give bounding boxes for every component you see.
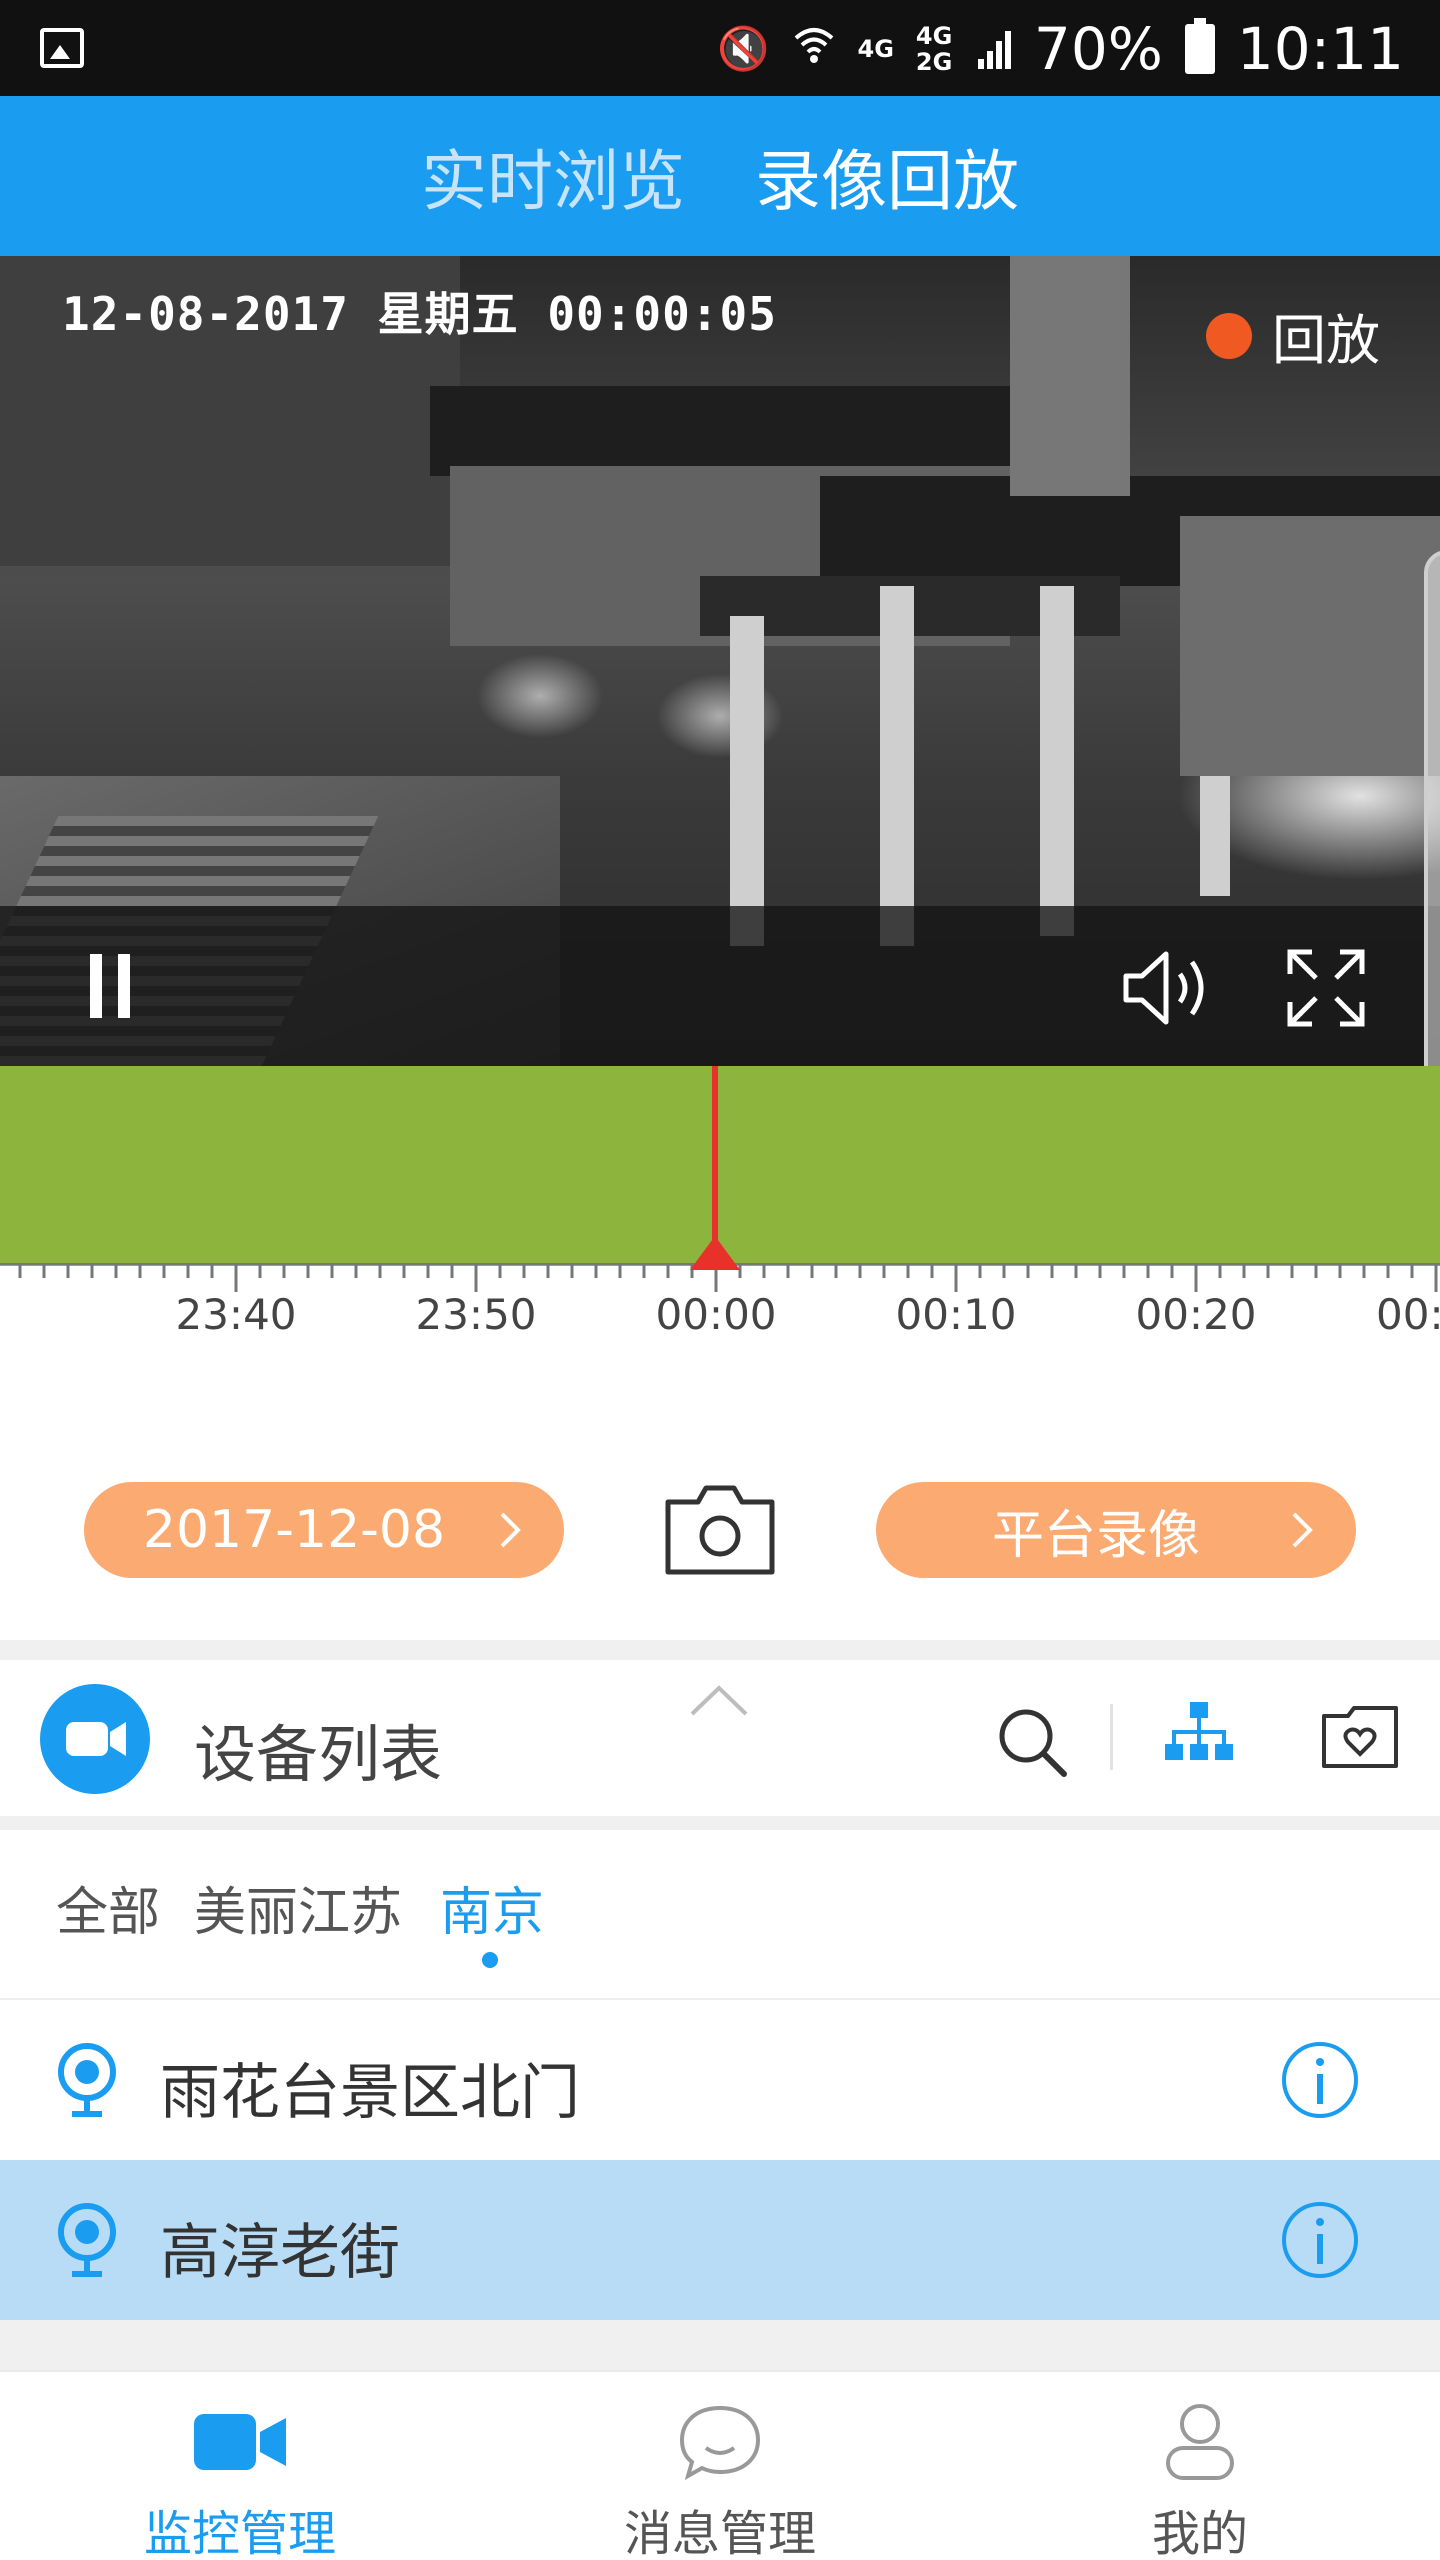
wifi-icon <box>792 22 836 76</box>
breadcrumb-all[interactable]: 全部 <box>56 1870 160 1945</box>
platform-recording-label: 平台录像 <box>991 1505 1200 1566</box>
org-tree-icon[interactable] <box>1164 1700 1234 1772</box>
chevron-up-icon[interactable] <box>686 1680 752 1720</box>
info-icon[interactable] <box>1280 2200 1360 2280</box>
video-camera-icon <box>40 1684 150 1794</box>
gallery-icon <box>40 28 84 68</box>
chevron-right-icon <box>500 1512 521 1548</box>
network-type-2: 4G 2G <box>915 22 953 76</box>
playback-indicator-dot <box>1206 312 1252 359</box>
device-name: 雨花台景区北门 <box>160 2058 580 2128</box>
nav-label: 监控管理 <box>143 2506 336 2560</box>
date-label: 2017-12-08 <box>142 1500 446 1560</box>
platform-recording-button[interactable]: 平台录像 <box>876 1482 1356 1578</box>
side-panel-handle[interactable] <box>1424 550 1440 1130</box>
chevron-right-icon <box>1292 1512 1313 1548</box>
volume-icon[interactable] <box>1120 946 1220 1030</box>
battery-percent: 70% <box>1033 15 1163 83</box>
bottom-navigation: 监控管理 消息管理 我的 <box>0 2370 1440 2560</box>
signal-icon <box>977 15 1012 83</box>
tab-live-view[interactable]: 实时浏览 <box>421 128 685 224</box>
nav-messages[interactable]: 消息管理 <box>480 2372 960 2560</box>
breadcrumb-active-dot <box>482 1952 498 1968</box>
breadcrumb-jiangsu[interactable]: 美丽江苏 <box>194 1870 402 1945</box>
chat-bubble-icon <box>679 2405 761 2481</box>
video-camera-icon <box>194 2414 286 2470</box>
video-player[interactable]: 12-08-2017 星期五 00:00:05 回放 <box>0 256 1440 1066</box>
device-row-selected[interactable]: 高淳老街 <box>0 2160 1440 2320</box>
top-tab-bar: 实时浏览 录像回放 <box>0 96 1440 256</box>
pause-icon[interactable] <box>88 954 132 1018</box>
fullscreen-icon[interactable] <box>1284 946 1368 1030</box>
network-type: 4G <box>857 35 894 63</box>
playback-badge-label: 回放 <box>1272 309 1380 372</box>
section-divider <box>0 2320 1440 2370</box>
webcam-icon <box>58 2203 116 2277</box>
device-list-header: 设备列表 <box>0 1660 1440 1816</box>
status-bar: 🔇 4G 4G 2G 70% 10:11 <box>0 0 1440 96</box>
header-divider <box>1110 1704 1113 1770</box>
tab-playback[interactable]: 录像回放 <box>755 128 1019 224</box>
breadcrumb-nanjing[interactable]: 南京 <box>440 1870 544 1945</box>
tick-label: 00:20 <box>1135 1290 1257 1339</box>
nav-label: 我的 <box>1151 2506 1248 2560</box>
timeline-cursor-marker <box>690 1236 740 1270</box>
nav-label: 消息管理 <box>623 2506 816 2560</box>
nav-monitoring[interactable]: 监控管理 <box>0 2372 480 2560</box>
tick-label: 00:00 <box>655 1290 777 1339</box>
favorites-folder-icon[interactable] <box>1320 1704 1400 1770</box>
tick-label: 00:10 <box>895 1290 1017 1339</box>
device-list-title: 设备列表 <box>194 1718 443 1791</box>
tick-label: 23:50 <box>415 1290 537 1339</box>
timeline-tick-labels: 23:40 23:50 00:00 00:10 00:20 00: <box>0 1290 1440 1350</box>
device-name: 高淳老街 <box>160 2218 400 2288</box>
device-row[interactable]: 雨花台景区北门 <box>0 1998 1440 2158</box>
tick-label: 00: <box>1376 1290 1440 1339</box>
section-divider <box>0 1816 1440 1830</box>
battery-icon <box>1184 18 1215 74</box>
playback-badge: 回放 <box>1206 296 1380 375</box>
mute-icon: 🔇 <box>717 24 770 73</box>
info-icon[interactable] <box>1280 2040 1360 2120</box>
video-controls <box>0 906 1440 1066</box>
search-icon[interactable] <box>994 1704 1070 1780</box>
tick-label: 23:40 <box>175 1290 297 1339</box>
nav-profile[interactable]: 我的 <box>960 2372 1440 2560</box>
snapshot-camera-icon[interactable] <box>662 1482 778 1578</box>
date-picker-button[interactable]: 2017-12-08 <box>84 1482 564 1578</box>
section-divider <box>0 1640 1440 1660</box>
webcam-icon <box>58 2043 116 2117</box>
video-timestamp: 12-08-2017 星期五 00:00:05 <box>62 287 777 341</box>
clock: 10:11 <box>1236 15 1404 83</box>
user-icon <box>1166 2404 1234 2480</box>
breadcrumb: 全部 美丽江苏 南京 <box>0 1830 1440 1994</box>
